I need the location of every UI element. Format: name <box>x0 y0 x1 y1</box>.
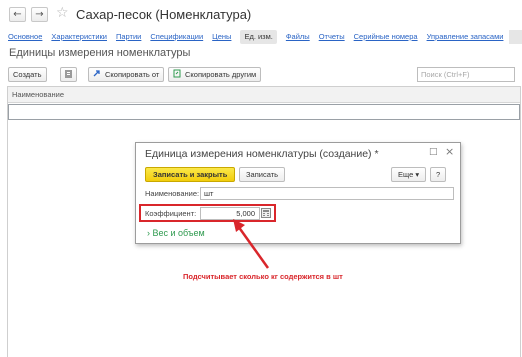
page-title: Единицы измерения номенклатуры <box>9 47 191 59</box>
copy-to-icon <box>173 69 181 78</box>
star-icon[interactable]: ☆ <box>56 5 69 21</box>
forward-button[interactable]: → <box>31 7 48 22</box>
maximize-icon[interactable]: □ <box>429 147 438 157</box>
tab-reports[interactable]: Отчеты <box>319 30 345 44</box>
tab-batches[interactable]: Партии <box>116 30 141 44</box>
close-icon[interactable]: × <box>445 145 454 158</box>
name-label: Наименование: <box>145 189 200 198</box>
chevron-right-icon: › <box>147 228 150 238</box>
group-label: Вес и объем <box>152 228 205 238</box>
copy-to-label: Скопировать другим <box>185 70 257 79</box>
copy-from-icon <box>93 70 100 77</box>
tab-files[interactable]: Файлы <box>286 30 310 44</box>
calculator-icon[interactable] <box>261 208 271 218</box>
tab-specifications[interactable]: Спецификации <box>150 30 203 44</box>
copy-to-button[interactable]: Скопировать другим <box>168 67 262 82</box>
title-bar: ← → ☆ Сахар-песок (Номенклатура) <box>0 0 522 28</box>
chevron-down-icon: ▾ <box>415 170 420 179</box>
more-label: Еще <box>398 170 414 179</box>
weight-volume-group[interactable]: › Вес и объем <box>147 228 205 238</box>
coefficient-label: Коэффициент: <box>145 209 197 218</box>
unit-dialog: Единица измерения номенклатуры (создание… <box>135 142 461 244</box>
create-button[interactable]: Создать <box>8 67 47 82</box>
dialog-title: Единица измерения номенклатуры (создание… <box>145 148 379 160</box>
back-button[interactable]: ← <box>9 7 26 22</box>
arrow-right-icon: → <box>35 9 44 20</box>
copy-from-button[interactable]: Скопировать от <box>88 67 165 82</box>
copy-from-label: Скопировать от <box>105 70 160 79</box>
save-button[interactable]: Записать <box>239 167 286 182</box>
coefficient-field[interactable]: 5,000 <box>200 207 260 220</box>
tab-bar: Основное Характеристики Партии Спецификации… <box>8 30 512 44</box>
help-button[interactable]: ? <box>430 167 447 182</box>
tab-inventory[interactable]: Управление запасами <box>427 30 504 44</box>
arrow-left-icon: ← <box>13 9 22 20</box>
column-header-name[interactable]: Наименование <box>8 87 520 103</box>
name-field[interactable]: шт <box>200 187 454 200</box>
tabs-scroll[interactable] <box>509 30 522 44</box>
tab-serial-numbers[interactable]: Серийные номера <box>354 30 418 44</box>
annotation-text: Подсчитывает сколько кг содержится в шт <box>183 272 343 281</box>
save-and-close-button[interactable]: Записать и закрыть <box>145 167 236 182</box>
search-input[interactable]: Поиск (Ctrl+F) <box>417 67 515 82</box>
tab-units[interactable]: Ед. изм. <box>240 30 277 44</box>
table-row[interactable] <box>8 104 520 120</box>
copy-button[interactable] <box>60 67 77 82</box>
tab-characteristics[interactable]: Характеристики <box>51 30 107 44</box>
more-button[interactable]: Еще ▾ <box>391 167 427 182</box>
copy-icon <box>65 70 72 78</box>
tab-main[interactable]: Основное <box>8 30 42 44</box>
window-title: Сахар-песок (Номенклатура) <box>76 7 252 22</box>
tab-prices[interactable]: Цены <box>212 30 231 44</box>
